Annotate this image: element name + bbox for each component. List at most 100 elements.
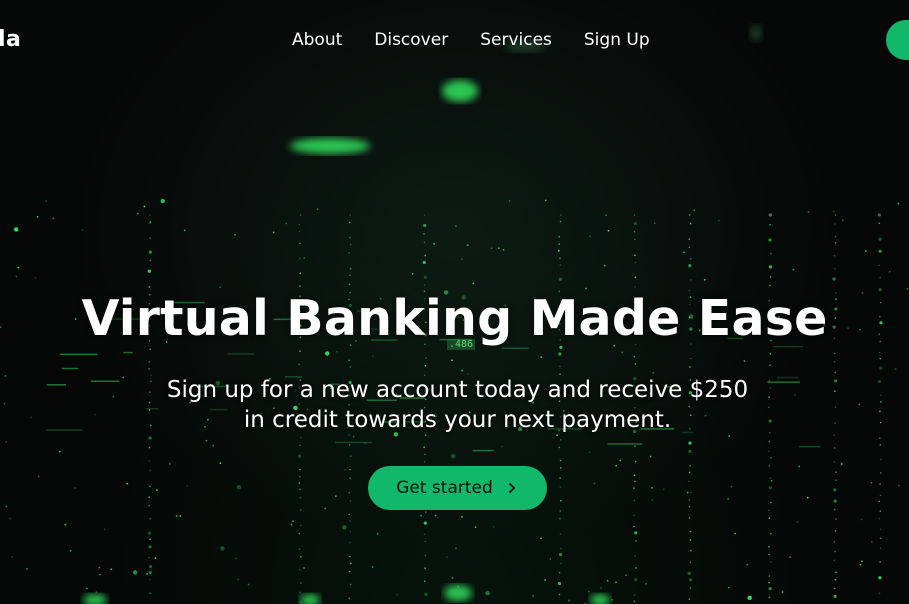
bg-sparkle: [485, 590, 490, 596]
bg-dot: [833, 594, 837, 598]
bg-sparkle: [212, 444, 215, 447]
bg-dot: [689, 366, 691, 368]
bg-dot: [422, 260, 426, 265]
bg-dot: [833, 499, 837, 503]
bg-sparkle: [455, 225, 457, 228]
bg-sparkle: [589, 235, 591, 238]
bg-sparkle: [445, 556, 448, 559]
bg-dot: [833, 559, 836, 562]
bg-dot: [688, 214, 691, 216]
bg-dot: [348, 570, 351, 573]
bg-sparkle: [237, 578, 240, 581]
bg-dot: [423, 580, 426, 583]
bg-sparkle: [474, 526, 477, 529]
bg-sparkle: [451, 577, 454, 579]
bg-dot: [423, 275, 427, 279]
bg-dot: [299, 524, 302, 527]
bg-dot: [298, 532, 301, 535]
bg-sparkle: [861, 560, 863, 563]
bg-dot: [768, 581, 770, 584]
bg-dot: [879, 510, 882, 512]
bg-sparkle: [352, 435, 355, 438]
nav-link-about[interactable]: About: [292, 30, 342, 50]
bg-dot: [633, 514, 635, 517]
bg-sparkle: [651, 499, 654, 501]
bg-sparkle: [606, 579, 609, 582]
bg-sparkle: [492, 525, 495, 528]
bg-dot: [423, 461, 426, 463]
bg-dot: [833, 461, 836, 463]
bg-dot: [558, 552, 563, 557]
bg-code-streak: [501, 347, 530, 350]
bg-dot: [349, 214, 352, 216]
bg-dot: [299, 509, 302, 511]
bg-dot: [148, 545, 152, 549]
nav-link-discover[interactable]: Discover: [374, 30, 448, 50]
nav-action-button[interactable]: [886, 20, 909, 60]
bg-dot: [559, 517, 561, 520]
bg-dot: [835, 471, 837, 473]
bg-dot: [425, 357, 427, 359]
bg-sparkle: [549, 558, 552, 560]
bg-dot: [689, 587, 692, 589]
bg-sparkle: [154, 557, 157, 560]
bg-sparkle: [798, 465, 801, 468]
bg-dot: [148, 504, 150, 507]
bg-dot: [834, 267, 836, 270]
bg-dot: [560, 547, 562, 550]
bg-dot: [768, 450, 770, 453]
bg-sparkle: [832, 210, 835, 213]
bg-dot: [348, 597, 351, 600]
bg-dot: [688, 246, 691, 249]
bg-sparkle: [37, 475, 40, 478]
bg-sparkle: [9, 517, 12, 520]
bg-sparkle: [490, 247, 493, 250]
bg-sparkle: [17, 266, 20, 269]
bg-sparkle: [219, 286, 222, 289]
bg-sparkle: [717, 219, 720, 222]
bg-sparkle: [727, 586, 730, 589]
bg-sparkle: [143, 205, 146, 208]
bg-dot: [688, 264, 692, 268]
bg-code-streak: [335, 441, 372, 444]
nav-link-signup[interactable]: Sign Up: [584, 30, 650, 50]
bg-sparkle: [615, 581, 617, 584]
bg-dot: [768, 486, 773, 490]
bg-dot: [559, 439, 562, 441]
bg-sparkle: [497, 247, 500, 250]
bg-dot: [689, 530, 692, 533]
bg-dot: [349, 243, 352, 246]
nav-link-services[interactable]: Services: [480, 30, 552, 50]
get-started-button[interactable]: Get started: [368, 466, 547, 510]
bg-glow: [590, 594, 610, 604]
bg-dot: [878, 237, 882, 241]
bg-sparkle: [86, 587, 88, 590]
bg-sparkle: [98, 566, 101, 569]
bg-dot: [768, 465, 771, 467]
bg-dot: [834, 352, 836, 355]
bg-dot: [834, 235, 837, 238]
bg-dot: [348, 283, 351, 286]
bg-sparkle: [168, 462, 171, 465]
bg-dot: [423, 284, 426, 286]
bg-dot: [834, 223, 836, 225]
bg-dot: [149, 348, 152, 351]
bg-sparkle: [897, 484, 900, 487]
bg-sparkle: [303, 257, 306, 259]
bg-dot: [633, 525, 635, 528]
bg-sparkle: [149, 221, 152, 224]
bg-dot: [149, 259, 152, 262]
bg-dot: [879, 458, 882, 461]
bg-dot: [424, 254, 427, 257]
bg-dot: [423, 521, 427, 525]
bg-dot: [833, 254, 836, 257]
bg-dot: [147, 269, 151, 273]
bg-dot: [770, 456, 772, 459]
bg-sparkle: [621, 351, 624, 354]
bg-dot: [148, 286, 151, 288]
logo[interactable]: la: [0, 27, 21, 52]
bg-dot: [834, 530, 837, 532]
bg-dot: [878, 576, 882, 580]
bg-dot: [558, 277, 562, 281]
bg-dot: [769, 364, 771, 367]
